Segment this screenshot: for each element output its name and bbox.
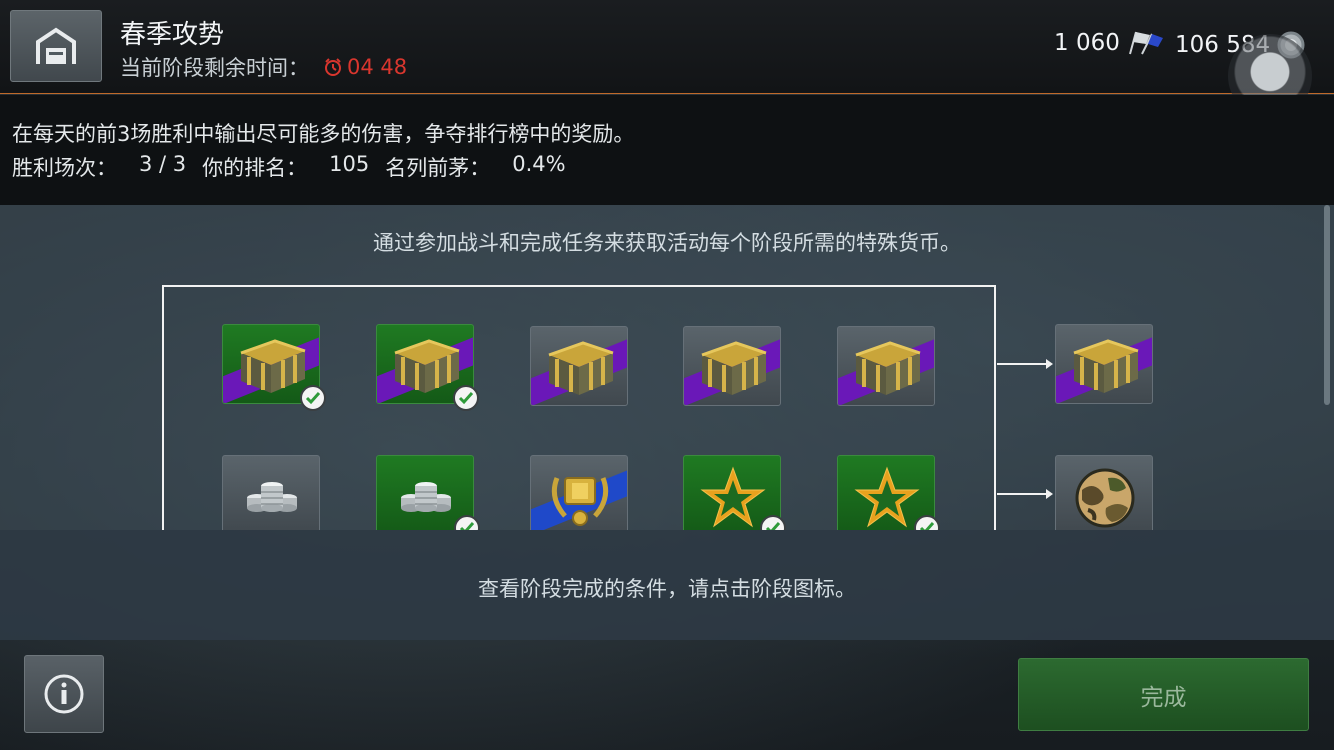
stage-tile-3[interactable] xyxy=(530,326,628,406)
stage-time-label: 当前阶段剩余时间： xyxy=(120,56,309,80)
stage-panel: 通过参加战斗和完成任务来获取活动每个阶段所需的特殊货币。 xyxy=(0,205,1334,530)
flags-counter: 1 060 xyxy=(1054,30,1164,56)
wins-value: 3 / 3 xyxy=(139,152,187,176)
hangar-icon xyxy=(36,27,76,64)
flags-value: 1 060 xyxy=(1054,30,1120,56)
flags-icon xyxy=(1128,31,1163,55)
completed-check-icon xyxy=(453,385,479,411)
silver-coins-icon xyxy=(401,482,451,512)
hangar-button[interactable] xyxy=(10,10,102,82)
info-button[interactable] xyxy=(24,655,104,733)
timer-value: 04 48 xyxy=(347,55,408,79)
crate-icon xyxy=(1073,339,1139,393)
stage-intro-text: 通过参加战斗和完成任务来获取活动每个阶段所需的特殊货币。 xyxy=(373,231,961,255)
crate-icon xyxy=(394,339,460,393)
star-icon xyxy=(700,466,766,528)
stage-tile-5[interactable] xyxy=(837,326,935,406)
reward-tile-2[interactable] xyxy=(1055,455,1153,530)
stage-tile-4[interactable] xyxy=(683,326,781,406)
crate-icon xyxy=(701,341,767,395)
rank-value: 105 xyxy=(329,152,370,176)
reward-arrow xyxy=(997,359,1053,369)
stage-tile-6[interactable] xyxy=(222,455,320,530)
rank-label: 你的排名： xyxy=(202,156,308,180)
stage-time-row: 当前阶段剩余时间： 04 48 xyxy=(120,52,407,82)
completed-check-icon xyxy=(300,385,326,411)
event-description: 在每天的前3场胜利中输出尽可能多的伤害，争夺排行榜中的奖励。 胜利场次： 3 /… xyxy=(0,95,1334,205)
star-icon xyxy=(854,466,920,528)
top-value: 0.4% xyxy=(512,152,566,176)
timer-icon xyxy=(325,58,341,76)
stage-tile-8[interactable] xyxy=(530,455,628,530)
crate-icon xyxy=(240,339,306,393)
page-title: 春季攻势 xyxy=(120,20,225,50)
silver-coins-icon xyxy=(247,482,297,512)
event-rules-text: 在每天的前3场胜利中输出尽可能多的伤害，争夺排行榜中的奖励。 xyxy=(12,122,635,146)
hint-bar: 查看阶段完成的条件，请点击阶段图标。 xyxy=(0,530,1334,640)
crate-icon xyxy=(855,341,921,395)
top-label: 名列前茅： xyxy=(385,156,491,180)
reward-tile-1[interactable] xyxy=(1055,324,1153,404)
done-button[interactable]: 完成 xyxy=(1018,658,1309,731)
header-bar: 春季攻势 当前阶段剩余时间： 04 48 1 060 106 584 xyxy=(0,0,1334,118)
event-stats-row: 胜利场次： 3 / 3 你的排名： 105 名列前茅： 0.4% xyxy=(12,152,576,182)
hint-text: 查看阶段完成的条件，请点击阶段图标。 xyxy=(478,577,856,601)
gold-emblem-icon xyxy=(551,477,609,526)
done-button-label: 完成 xyxy=(1140,684,1187,711)
crate-icon xyxy=(548,341,614,395)
panel-scrollbar[interactable] xyxy=(1324,205,1330,405)
info-icon xyxy=(44,674,84,714)
reward-arrow xyxy=(997,489,1053,499)
camo-emblem-icon xyxy=(1075,468,1135,528)
wins-label: 胜利场次： xyxy=(12,156,117,180)
stage-timer: 04 48 xyxy=(323,55,407,79)
